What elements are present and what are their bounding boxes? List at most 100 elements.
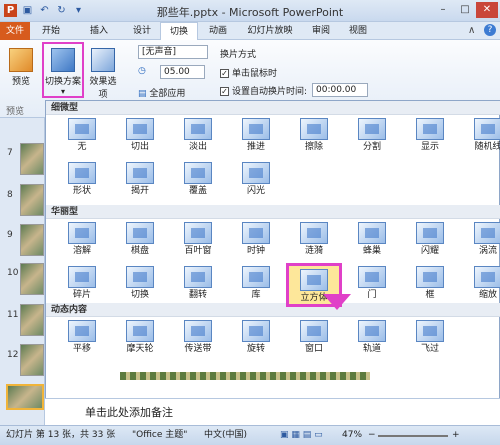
gallery-item[interactable]: 旋转 [228, 317, 284, 361]
gallery-item-label: 擦除 [304, 142, 323, 152]
close-icon[interactable]: ✕ [476, 2, 498, 18]
auto-time-input[interactable]: 00:00.00 [312, 83, 368, 97]
gallery-item-label: 轨道 [362, 344, 381, 354]
gallery-item-label: 时钟 [246, 246, 265, 256]
transition-icon [242, 118, 270, 140]
gallery-item[interactable]: 显示 [402, 115, 458, 159]
gallery-item[interactable]: 擦除 [286, 115, 342, 159]
zoom-level[interactable]: 47% [342, 426, 362, 445]
gallery-item[interactable]: 框 [402, 263, 458, 307]
zoom-in-icon[interactable]: + [452, 426, 460, 445]
gallery-item[interactable]: 库 [228, 263, 284, 307]
gallery-item[interactable]: 随机线 [460, 115, 500, 159]
gallery-item[interactable]: 飞过 [402, 317, 458, 361]
transition-icon [300, 320, 328, 342]
auto-time-option[interactable]: ✓ 设置自动换片时间: [220, 84, 307, 97]
gallery-item[interactable]: 蜂巢 [344, 219, 400, 263]
on-click-checkbox[interactable]: ✓ [220, 69, 229, 78]
transition-icon [68, 320, 96, 342]
gallery-item[interactable]: 缩放 [460, 263, 500, 307]
theme-name[interactable]: "Office 主题" [132, 426, 187, 445]
transition-scheme-button[interactable]: 切换方案 ▾ [42, 42, 84, 98]
slide-thumbnail[interactable] [20, 224, 44, 256]
tab-transitions[interactable]: 切换 [160, 22, 198, 40]
transition-icon [474, 118, 500, 140]
transition-icon [126, 266, 154, 288]
on-click-label: 单击鼠标时 [232, 69, 278, 79]
transition-icon [416, 266, 444, 288]
gallery-item[interactable]: 时钟 [228, 219, 284, 263]
gallery-item[interactable]: 百叶窗 [170, 219, 226, 263]
transition-icon [184, 118, 212, 140]
gallery-item[interactable]: 切出 [112, 115, 168, 159]
slide-thumbnail[interactable] [20, 344, 44, 376]
gallery-item-label: 框 [425, 290, 435, 300]
gallery-item[interactable]: 淡出 [170, 115, 226, 159]
maximize-icon[interactable]: □ [454, 2, 476, 18]
effect-options-button[interactable]: 效果选项 [86, 48, 120, 100]
transition-icon [184, 320, 212, 342]
slide-thumbnail[interactable] [20, 304, 44, 336]
gallery-item[interactable]: 形状 [54, 159, 110, 203]
gallery-item[interactable]: 分割 [344, 115, 400, 159]
apply-all-button[interactable]: ▤ 全部应用 [138, 86, 185, 99]
gallery-item-label: 平移 [72, 344, 91, 354]
minimize-icon[interactable]: – [432, 2, 454, 18]
gallery-item[interactable]: 涡流 [460, 219, 500, 263]
duration-input[interactable]: 05.00 [160, 65, 205, 79]
gallery-item-label: 缩放 [478, 290, 497, 300]
gallery-item[interactable]: 揭开 [112, 159, 168, 203]
transition-scheme-icon [51, 48, 75, 72]
help-icon[interactable]: ? [484, 24, 496, 36]
gallery-grid-exciting: 溶解 棋盘 百叶窗 时钟 涟漪 蜂巢 闪耀 涡流 碎片 切换 翻转库立方体门框缩放 [46, 219, 500, 307]
gallery-item[interactable]: 摩天轮 [112, 317, 168, 361]
notes-pane[interactable]: 单击此处添加备注 [45, 398, 500, 425]
gallery-item[interactable]: 推进 [228, 115, 284, 159]
tab-slideshow[interactable]: 幻灯片放映 [240, 22, 300, 40]
tab-file[interactable]: 文件 [0, 22, 30, 40]
tab-design[interactable]: 设计 [127, 22, 157, 40]
slide-thumbnail[interactable] [20, 143, 44, 175]
gallery-item[interactable]: 覆盖 [170, 159, 226, 203]
gallery-item[interactable]: 窗口 [286, 317, 342, 361]
preview-button[interactable]: 预览 [6, 48, 36, 87]
auto-time-checkbox[interactable]: ✓ [220, 87, 229, 96]
gallery-item-label: 随机线 [474, 142, 500, 152]
tab-animations[interactable]: 动画 [203, 22, 233, 40]
gallery-item-label: 传送带 [184, 344, 212, 354]
zoom-out-icon[interactable]: − [368, 426, 376, 445]
gallery-item[interactable]: 无 [54, 115, 110, 159]
gallery-item[interactable]: 碎片 [54, 263, 110, 307]
gallery-item[interactable]: 门 [344, 263, 400, 307]
slide-number: 9 [7, 230, 13, 240]
tab-home[interactable]: 开始 [36, 22, 66, 40]
slide-thumbnail[interactable] [20, 263, 44, 295]
slide-thumbnail-current[interactable] [6, 384, 44, 410]
language[interactable]: 中文(中国) [204, 426, 247, 445]
transition-icon [68, 222, 96, 244]
gallery-item[interactable]: 传送带 [170, 317, 226, 361]
gallery-item[interactable]: 轨道 [344, 317, 400, 361]
sound-select[interactable]: [无声音] [138, 45, 208, 59]
gallery-item[interactable]: 翻转 [170, 263, 226, 307]
slide-thumbnail[interactable] [20, 184, 44, 216]
zoom-slider[interactable] [378, 435, 448, 437]
on-click-option[interactable]: ✓ 单击鼠标时 [220, 66, 277, 79]
gallery-item[interactable]: 闪光 [228, 159, 284, 203]
tab-insert[interactable]: 插入 [84, 22, 114, 40]
slide-number: 10 [7, 268, 19, 278]
preview-label: 预览 [11, 77, 30, 87]
slide-canvas-strip [120, 372, 370, 380]
gallery-item[interactable]: 闪耀 [402, 219, 458, 263]
view-buttons-icon[interactable]: ▣ ▦ ▤ ▭ [280, 426, 323, 445]
gallery-item[interactable]: 平移 [54, 317, 110, 361]
ribbon-minimize-icon[interactable]: ∧ [468, 25, 475, 36]
gallery-item[interactable]: 切换 [112, 263, 168, 307]
gallery-item[interactable]: 涟漪 [286, 219, 342, 263]
transition-icon [416, 222, 444, 244]
gallery-item-label: 旋转 [246, 344, 265, 354]
gallery-item[interactable]: 棋盘 [112, 219, 168, 263]
tab-review[interactable]: 审阅 [306, 22, 336, 40]
tab-view[interactable]: 视图 [343, 22, 373, 40]
gallery-item[interactable]: 溶解 [54, 219, 110, 263]
